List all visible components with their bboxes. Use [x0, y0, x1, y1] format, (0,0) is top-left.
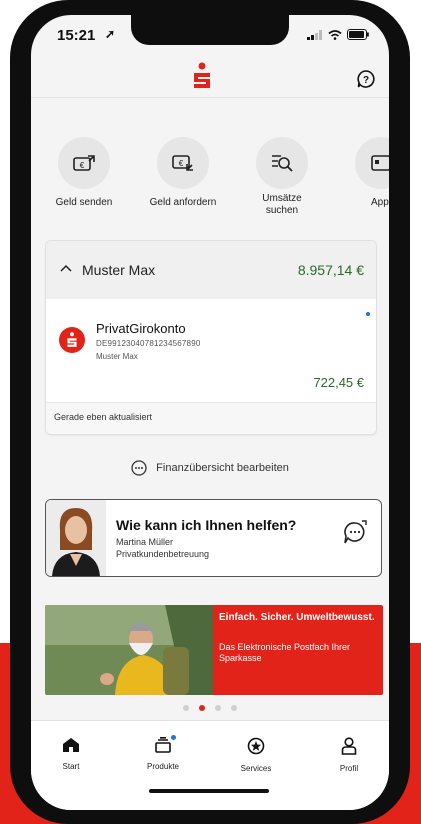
tab-label: Profil — [339, 764, 359, 773]
home-indicator — [149, 789, 269, 793]
quick-action-request-money[interactable]: € Geld anfordern — [138, 137, 228, 209]
tab-start[interactable]: Start — [31, 737, 111, 771]
search-transactions-icon — [272, 155, 293, 172]
app-header: ? — [31, 50, 389, 98]
svg-text:€: € — [80, 161, 85, 170]
account-name: PrivatGirokonto — [96, 321, 186, 336]
quick-action-search-transactions[interactable]: Umsätze suchen — [237, 137, 327, 217]
account-iban: DE99123040781234567890 — [96, 339, 201, 348]
accounts-group-header[interactable]: Muster Max 8.957,14 € — [46, 241, 376, 299]
more-icon — [131, 460, 147, 476]
advisor-card[interactable]: Wie kann ich Ihnen helfen? Martina Mülle… — [45, 499, 382, 577]
quick-action-app[interactable]: Appl — [336, 137, 389, 209]
services-icon — [247, 737, 265, 755]
sparkasse-logo-icon — [194, 62, 210, 88]
carousel-dots — [31, 698, 389, 716]
edit-overview-label: Finanzübersicht bearbeiten — [156, 462, 289, 474]
chat-icon — [344, 520, 367, 544]
quick-action-label: Geld senden — [55, 197, 113, 208]
quick-action-send-money[interactable]: € Geld senden — [39, 137, 129, 209]
request-money-icon: € — [172, 155, 193, 171]
carousel-dot[interactable] — [215, 705, 221, 711]
accounts-total: 8.957,14 € — [297, 262, 364, 278]
promo-banner[interactable]: Einfach. Sicher. Umweltbewusst. Das Elek… — [45, 605, 383, 695]
account-owner: Muster Max — [96, 352, 138, 361]
profile-icon — [341, 737, 357, 755]
account-owner-name: Muster Max — [82, 262, 156, 278]
carousel-dot[interactable] — [231, 705, 237, 711]
banner-image — [45, 605, 213, 695]
account-row[interactable]: PrivatGirokonto DE99123040781234567890 M… — [46, 299, 376, 403]
carousel-dot[interactable] — [183, 705, 189, 711]
tab-label: Produkte — [146, 762, 180, 771]
advisor-role: Privatkundenbetreuung — [116, 549, 210, 559]
banner-text: Das Elektronische Postfach Ihrer Sparkas… — [219, 642, 351, 663]
advisor-photo — [46, 500, 106, 576]
tab-bar: Start Produkte Services Profil — [31, 720, 389, 810]
send-money-icon: € — [73, 155, 95, 171]
header-divider — [31, 97, 389, 98]
advisor-question: Wie kann ich Ihnen helfen? — [116, 517, 297, 533]
app-icon — [371, 155, 389, 171]
help-icon[interactable]: ? — [357, 70, 375, 88]
products-icon — [155, 737, 171, 753]
svg-text:€: € — [179, 159, 184, 168]
quick-action-label: Umsätze suchen — [262, 193, 302, 216]
last-updated: Gerade eben aktualisiert — [46, 403, 376, 434]
new-indicator — [366, 312, 370, 316]
tab-services[interactable]: Services — [216, 737, 296, 773]
svg-text:?: ? — [363, 75, 369, 86]
notification-dot — [171, 735, 176, 740]
app-screen: 15:21 ➚ ? € Geld senden € Geld anfordern… — [31, 15, 389, 810]
tab-label: Start — [62, 762, 80, 771]
tab-label: Services — [240, 764, 272, 773]
wifi-icon — [328, 29, 342, 40]
quick-actions: € Geld senden € Geld anfordern Umsätze s… — [31, 137, 389, 217]
carousel-dot-active[interactable] — [199, 705, 205, 711]
status-bar: 15:21 ➚ — [57, 27, 369, 47]
tab-produkte[interactable]: Produkte — [123, 735, 203, 771]
edit-overview-link[interactable]: Finanzübersicht bearbeiten — [31, 460, 389, 476]
location-icon: ➚ — [105, 27, 116, 41]
tab-profil[interactable]: Profil — [309, 737, 389, 773]
status-time: 15:21 — [57, 27, 96, 44]
banner-headline: Einfach. Sicher. Umweltbewusst. — [219, 612, 375, 623]
battery-icon — [347, 29, 369, 40]
chevron-up-icon — [60, 264, 72, 272]
quick-action-label: Appl — [370, 197, 389, 208]
phone-frame: 15:21 ➚ ? € Geld senden € Geld anfordern… — [10, 0, 410, 824]
signal-icon — [307, 29, 322, 40]
quick-action-label: Geld anfordern — [149, 197, 217, 208]
accounts-card: Muster Max 8.957,14 € PrivatGirokonto DE… — [45, 240, 377, 435]
advisor-name: Martina Müller — [116, 537, 174, 547]
home-icon — [63, 738, 79, 752]
account-balance: 722,45 € — [313, 375, 364, 390]
sparkasse-account-icon — [59, 327, 85, 353]
